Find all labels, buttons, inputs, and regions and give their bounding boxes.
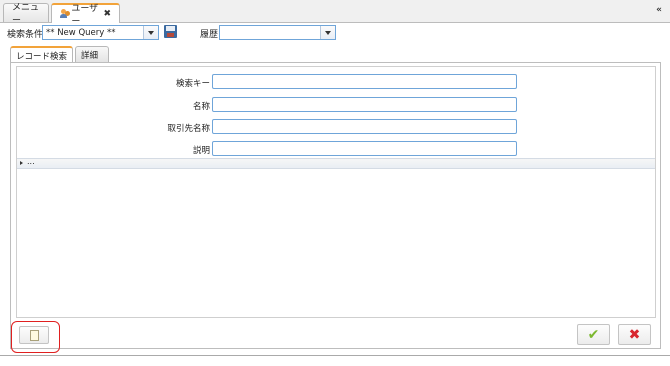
search-panel: 検索キー 名称 取引先名称 説明 ... ✔ ✖ — [10, 62, 661, 353]
tab-menu[interactable]: メニュー — [3, 3, 49, 26]
description-input[interactable] — [212, 141, 517, 156]
form-row-partner-name: 取引先名称 — [17, 119, 655, 135]
top-tab-strip: メニュー ユーザー ✖ « — [0, 0, 670, 27]
tab-record-search[interactable]: レコード検索 — [10, 46, 73, 63]
close-icon: ✖ — [628, 326, 641, 343]
tab-detail[interactable]: 詳細 — [75, 46, 109, 62]
form-row-description: 説明 — [17, 141, 655, 157]
tab-record-search-label: レコード検索 — [16, 51, 68, 62]
divider — [0, 355, 670, 356]
query-select-value: ** New Query ** — [46, 27, 116, 38]
name-input[interactable] — [212, 97, 517, 112]
name-label: 名称 — [192, 102, 210, 112]
form-row-search-key: 検索キー — [17, 74, 655, 90]
tab-detail-label: 詳細 — [81, 50, 99, 61]
search-key-label: 検索キー — [175, 79, 210, 89]
chevron-down-icon[interactable] — [143, 26, 158, 39]
check-icon: ✔ — [587, 326, 600, 343]
search-form: 検索キー 名称 取引先名称 説明 ... — [16, 66, 656, 318]
panel-footer: ✔ ✖ — [11, 319, 660, 353]
form-row-name: 名称 — [17, 97, 655, 113]
save-icon[interactable] — [164, 25, 177, 38]
tab-user[interactable]: ユーザー ✖ — [51, 3, 120, 27]
collapse-icon[interactable]: « — [656, 5, 662, 15]
chevron-down-icon[interactable] — [320, 26, 335, 39]
cancel-button[interactable]: ✖ — [618, 324, 651, 345]
new-record-button[interactable] — [19, 326, 49, 344]
expander-text: ... — [27, 157, 35, 166]
history-select[interactable] — [219, 25, 336, 40]
users-icon — [60, 9, 70, 19]
search-toolbar: 検索条件 ** New Query ** 履歴 — [0, 22, 670, 44]
close-icon[interactable]: ✖ — [103, 9, 111, 19]
query-select[interactable]: ** New Query ** — [42, 25, 159, 40]
ok-button[interactable]: ✔ — [577, 324, 610, 345]
description-label: 説明 — [192, 146, 210, 156]
search-condition-label: 検索条件 — [7, 30, 44, 40]
more-criteria-expander[interactable]: ... — [17, 157, 655, 169]
new-document-icon — [30, 330, 39, 341]
chevron-right-icon — [20, 161, 23, 165]
history-label: 履歴 — [200, 30, 219, 40]
partner-name-input[interactable] — [212, 119, 517, 134]
partner-name-label: 取引先名称 — [167, 124, 210, 134]
search-key-input[interactable] — [212, 74, 517, 89]
